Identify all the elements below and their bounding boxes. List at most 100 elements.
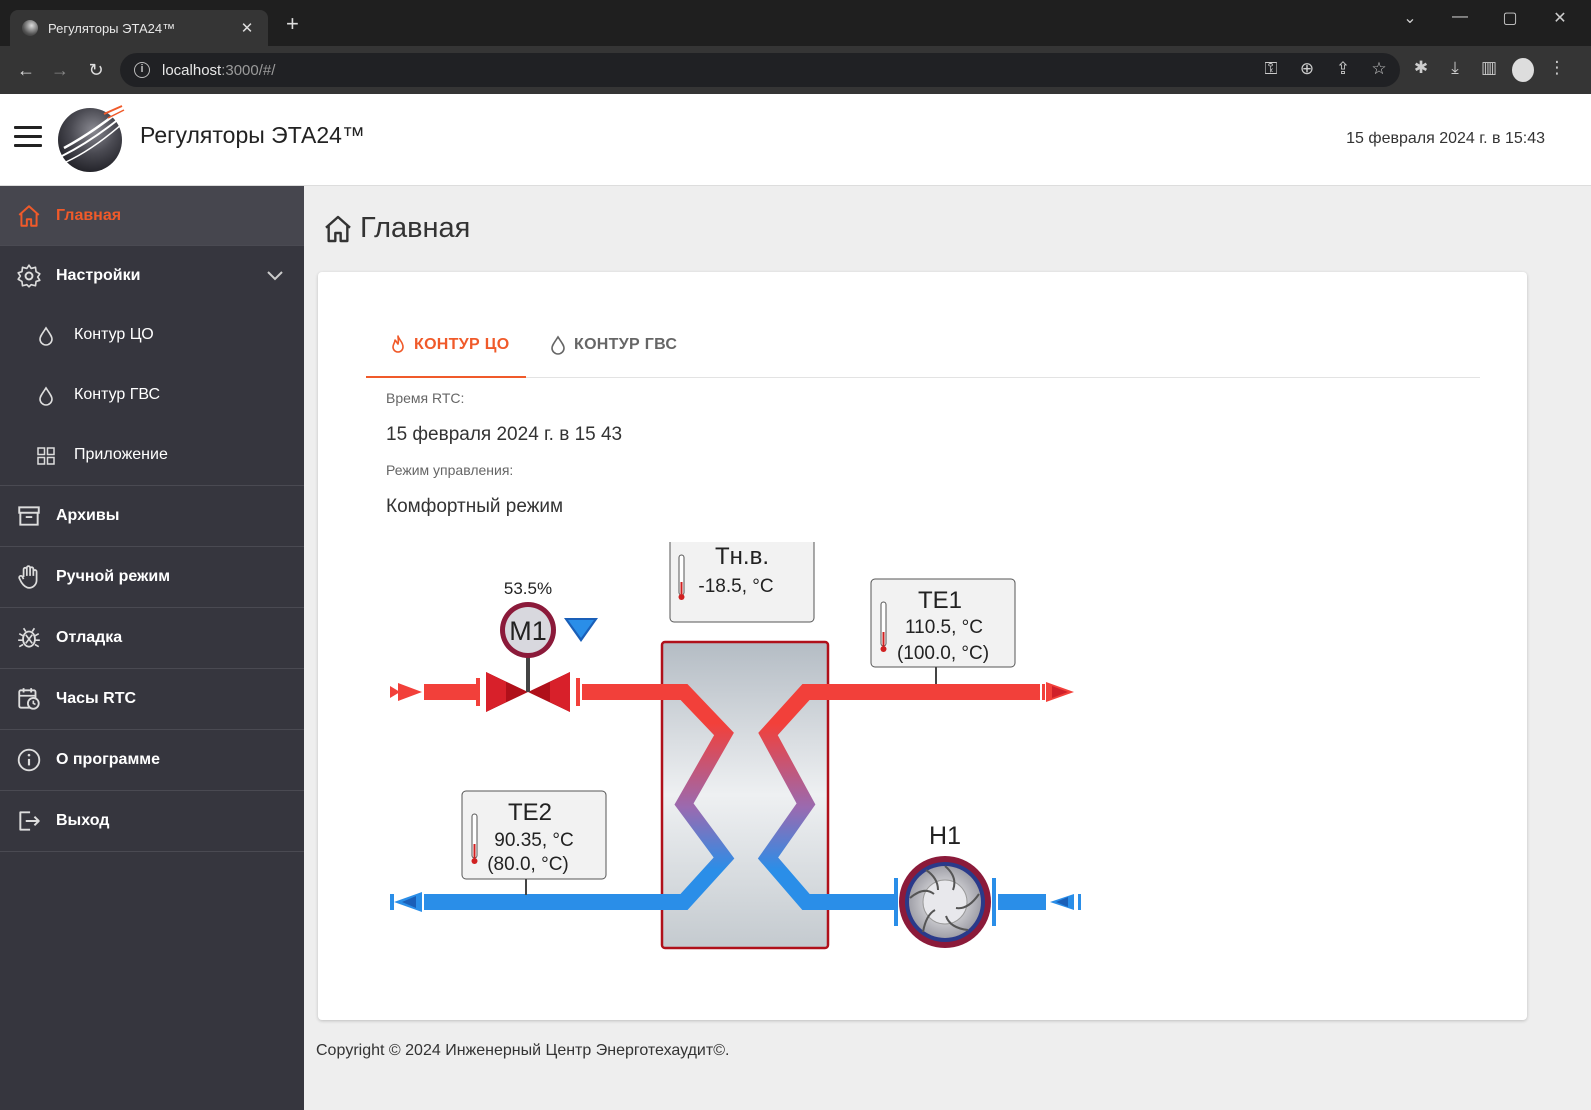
drop-icon: [39, 386, 53, 406]
sidebar-item-label: Главная: [56, 206, 122, 224]
sidebar-subitem-label: Контур ГВС: [74, 386, 161, 403]
sidebar-item-home[interactable]: Главная: [0, 186, 304, 246]
rtc-time-label: Время RTC:: [386, 390, 465, 406]
bug-icon: [18, 627, 40, 648]
close-tab-icon[interactable]: ✕: [238, 19, 256, 37]
archive-icon: [18, 506, 40, 526]
sidebar-subitem-contour-co[interactable]: Контур ЦО: [0, 306, 304, 366]
sidebar-item-manual-mode[interactable]: Ручной режим: [0, 547, 304, 608]
favicon-icon: [22, 20, 38, 36]
footer-copyright: Copyright © 2024 Инженерный Центр Энерго…: [316, 1042, 730, 1059]
url-path: :3000/#/: [221, 61, 276, 79]
window-close-icon[interactable]: ✕: [1545, 8, 1575, 28]
browser-tabbar: Регуляторы ЭТА24™ ✕ + ⌄ — ▢ ✕: [0, 0, 1591, 46]
address-bar[interactable]: i localhost:3000/#/ ⚿ ⊕ ⇪ ☆: [120, 53, 1400, 87]
maximize-icon[interactable]: ▢: [1495, 8, 1525, 28]
main-card: КОНТУР ЦО КОНТУР ГВС Время RTC: 15 февра…: [318, 272, 1527, 1020]
te1-value: 110.5, °C: [905, 617, 983, 638]
outdoor-temp-name: Тн.в.: [715, 543, 769, 570]
sidebar-item-label: Архивы: [56, 507, 120, 524]
pump-name: H1: [929, 822, 961, 850]
minimize-icon[interactable]: —: [1445, 8, 1475, 26]
sidebar-subitem-label: Контур ЦО: [74, 326, 154, 343]
hot-supply-inlet: [390, 678, 480, 706]
sidebar-item-label: О программе: [56, 751, 161, 768]
contour-tabs: КОНТУР ЦО КОНТУР ГВС: [366, 316, 1480, 378]
sidebar-item-settings[interactable]: Настройки: [0, 246, 304, 306]
active-tab-indicator: [366, 376, 526, 378]
extensions-icon[interactable]: ✱: [1410, 58, 1432, 82]
sidebar: Главная Настройки Контур ЦО Контур ГВС П…: [0, 186, 304, 1110]
sidebar-item-about[interactable]: О программе: [0, 730, 304, 791]
sidebar-subitem-contour-gvs[interactable]: Контур ГВС: [0, 366, 304, 426]
sidebar-item-label: Выход: [56, 812, 110, 829]
tab-label: КОНТУР ЦО: [414, 336, 510, 353]
te2-name: TE2: [508, 799, 552, 826]
download-icon[interactable]: ⤓: [1444, 58, 1466, 82]
te2-sensor-box: TE2 90.35, °C (80.0, °C): [461, 790, 607, 895]
back-icon[interactable]: ←: [14, 58, 38, 82]
eta24-logo: [58, 105, 125, 172]
url-host: localhost: [162, 61, 222, 79]
profile-avatar-icon[interactable]: [1512, 58, 1534, 82]
browser-tab[interactable]: Регуляторы ЭТА24™ ✕: [10, 10, 268, 46]
tab-label: КОНТУР ГВС: [574, 336, 678, 353]
forward-icon[interactable]: →: [48, 58, 72, 82]
tab-search-icon[interactable]: ⌄: [1395, 8, 1425, 28]
grid-icon: [37, 447, 55, 465]
heating-scheme: M1 53.5% H1 Тн.в. -18.5, °C TE1 110.5, °…: [390, 542, 1081, 950]
site-info-icon[interactable]: i: [134, 62, 150, 78]
tab-contour-gvs[interactable]: КОНТУР ГВС: [548, 334, 677, 356]
sidebar-item-logout[interactable]: Выход: [0, 791, 304, 852]
share-icon[interactable]: ⇪: [1332, 59, 1354, 79]
bookmark-star-icon[interactable]: ☆: [1368, 59, 1390, 79]
home-icon: [325, 215, 351, 242]
control-mode-label: Режим управления:: [386, 462, 514, 478]
key-icon[interactable]: ⚿: [1260, 59, 1282, 79]
zoom-icon[interactable]: ⊕: [1296, 59, 1318, 79]
tab-contour-co[interactable]: КОНТУР ЦО: [388, 334, 509, 356]
sidebar-subitem-label: Приложение: [74, 446, 168, 463]
sidebar-item-label: Часы RTC: [56, 690, 137, 707]
header-datetime: 15 февраля 2024 г. в 15:43: [1346, 130, 1545, 147]
outdoor-temp-value: -18.5, °C: [698, 576, 773, 597]
te1-name: TE1: [918, 587, 962, 614]
sidebar-subitem-application[interactable]: Приложение: [0, 426, 304, 486]
info-icon: [17, 748, 41, 772]
hand-icon: [18, 565, 38, 589]
sidebar-item-rtc-clock[interactable]: Часы RTC: [0, 669, 304, 730]
logout-icon: [19, 811, 40, 831]
te2-setpoint: (80.0, °C): [487, 854, 569, 875]
pump-h1[interactable]: H1: [899, 822, 991, 948]
page-title: Главная: [322, 212, 470, 245]
app-header: Регуляторы ЭТА24™ 15 февраля 2024 г. в 1…: [0, 94, 1591, 186]
sidebar-item-label: Отладка: [56, 629, 123, 646]
sidebar-item-archives[interactable]: Архивы: [0, 486, 304, 547]
sidebar-item-label: Настройки: [56, 267, 141, 284]
menu-dots-icon[interactable]: ⋮: [1546, 58, 1568, 82]
new-tab-icon[interactable]: +: [286, 13, 299, 35]
outdoor-temp-box: Тн.в. -18.5, °C: [669, 542, 815, 623]
sidebar-item-label: Ручной режим: [56, 568, 171, 585]
control-mode-value: Комфортный режим: [386, 496, 564, 517]
valve-percent: 53.5%: [504, 579, 552, 598]
main-content: Главная КОНТУР ЦО КОНТУР ГВС Время RTC: …: [304, 186, 1591, 1110]
home-icon: [18, 204, 40, 227]
page-title-text: Главная: [360, 212, 471, 244]
hot-supply-outlet: [826, 682, 1074, 702]
hamburger-menu-icon[interactable]: [14, 126, 42, 148]
cold-return-outlet: [390, 892, 604, 912]
gear-icon: [17, 264, 41, 288]
valve-name: M1: [509, 616, 547, 646]
app-title: Регуляторы ЭТА24™: [140, 122, 365, 148]
side-panel-icon[interactable]: ▥: [1478, 58, 1500, 82]
valve-m1[interactable]: M1 53.5%: [486, 579, 598, 712]
browser-tab-title: Регуляторы ЭТА24™: [48, 20, 176, 36]
hot-pipe-to-exchanger: [576, 678, 662, 706]
sidebar-item-debug[interactable]: Отладка: [0, 608, 304, 669]
reload-icon[interactable]: ↻: [84, 58, 108, 82]
chevron-down-icon[interactable]: [266, 268, 284, 284]
drop-icon: [39, 326, 53, 346]
drop-icon: [551, 335, 565, 355]
calendar-clock-icon: [18, 688, 40, 710]
